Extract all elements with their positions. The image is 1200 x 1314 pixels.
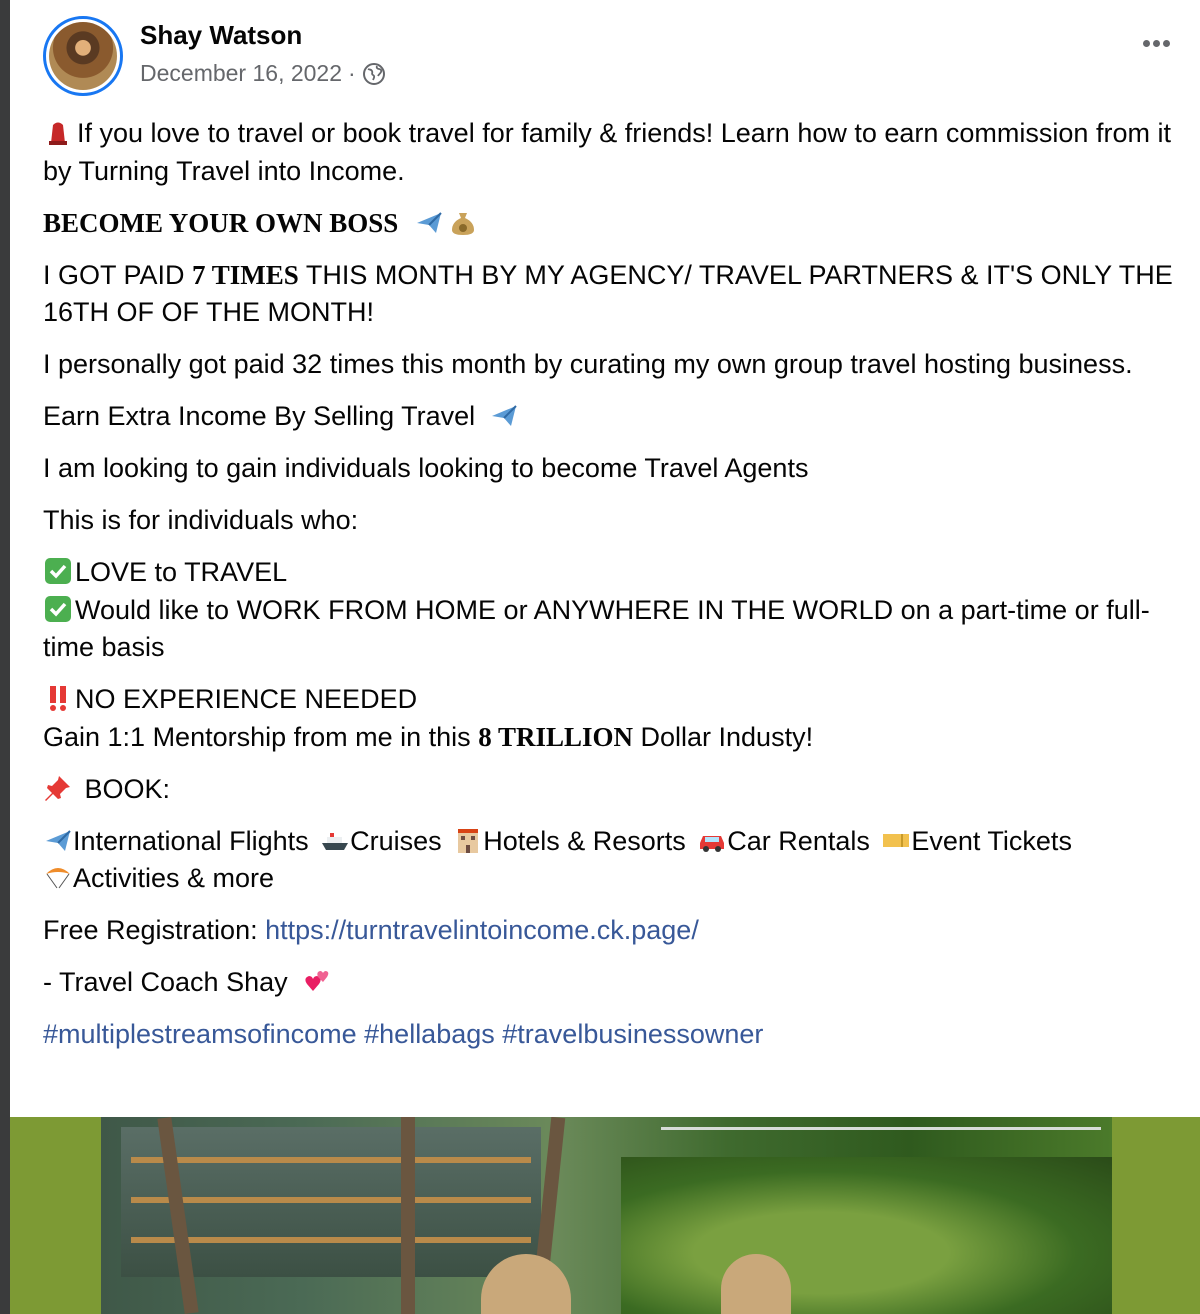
post-meta: December 16, 2022 · [140,60,386,87]
car-icon [700,835,725,852]
parachute-icon [46,868,70,889]
hashtag-link[interactable]: #travelbusinessowner [502,1019,763,1049]
checklist: LOVE to TRAVEL Would like to WORK FROM H… [43,554,1178,667]
registration-paragraph: Free Registration: https://turntravelint… [43,915,699,945]
personal-paragraph: I personally got paid 32 times this mont… [43,349,1133,379]
looking-paragraph: I am looking to gain individuals looking… [43,453,809,483]
globe-icon[interactable] [362,62,386,86]
check-item: LOVE to TRAVEL [43,557,287,587]
red-hat-icon [49,122,67,145]
author-name[interactable]: Shay Watson [140,20,302,51]
post-photo[interactable] [101,1117,1112,1314]
check-icon [45,595,71,622]
hashtag-link[interactable]: #multiplestreamsofincome [43,1019,357,1049]
post-text: If you love to travel or book travel for… [43,115,1178,1068]
airplane-icon [491,405,517,426]
hashtag-link[interactable]: #hellabags [364,1019,495,1049]
meta-separator: · [348,60,356,86]
post-date[interactable]: December 16, 2022 [140,60,342,87]
ship-icon [322,832,349,850]
hotel-icon [458,828,479,853]
paid-paragraph: I GOT PAID 7 TIMES THIS MONTH BY MY AGEN… [43,259,1173,328]
airplane-icon [416,211,442,233]
more-options-icon[interactable] [1143,40,1170,47]
boss-heading: BECOME YOUR OWN BOSS [43,207,399,238]
double-exclamation-icon [50,686,66,711]
registration-link[interactable]: https://turntravelintoincome.ck.page/ [265,915,699,945]
avatar[interactable] [43,16,123,96]
book-paragraph: BOOK: [43,771,1178,809]
money-bag-icon [451,212,474,235]
airplane-icon [46,829,71,851]
services-paragraph: International Flights Cruises Hotels & R… [43,823,1178,898]
two-hearts-icon [305,971,329,991]
signoff-paragraph: - Travel Coach Shay [43,964,1178,1002]
experience-paragraph: NO EXPERIENCE NEEDED Gain 1:1 Mentorship… [43,684,814,752]
check-item: Would like to WORK FROM HOME or ANYWHERE… [43,594,1150,663]
intro-paragraph: If you love to travel or book travel for… [43,118,1171,186]
post-card: Shay Watson December 16, 2022 · If you l… [10,0,1200,1314]
ticket-icon [883,833,910,847]
heading-paragraph: BECOME YOUR OWN BOSS [43,205,1178,243]
post-image-container [10,1117,1200,1314]
earn-paragraph: Earn Extra Income By Selling Travel [43,398,1178,436]
individuals-paragraph: This is for individuals who: [43,505,359,535]
hashtags: #multiplestreamsofincome #hellabags #tra… [43,1016,1178,1054]
pushpin-icon [45,775,70,801]
check-icon [45,558,71,584]
